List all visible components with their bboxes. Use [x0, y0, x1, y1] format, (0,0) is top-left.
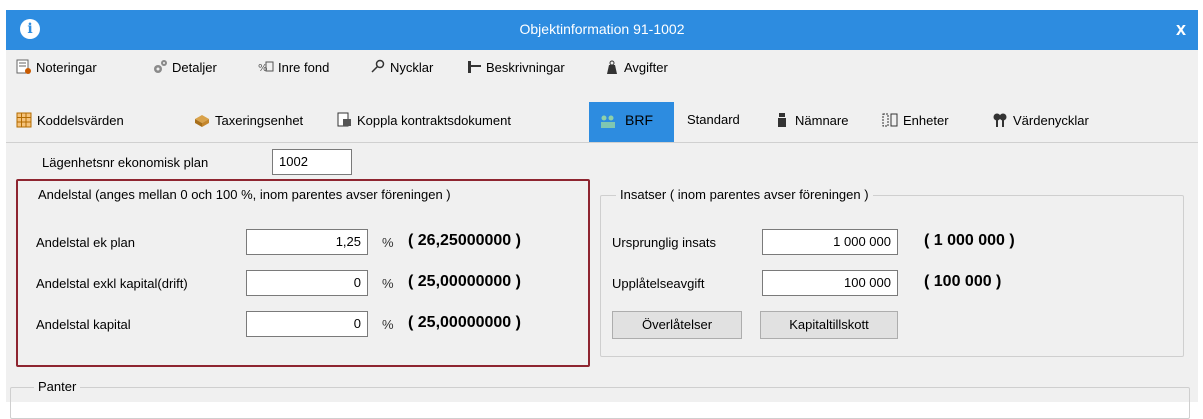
- andelstal-kapital-input[interactable]: 0: [246, 311, 368, 337]
- tab-label: Värdenycklar: [1013, 112, 1089, 128]
- andelstal-kapital-association: ( 25,00000000 ): [408, 314, 521, 331]
- ursprunglig-insats-input[interactable]: 1 000 000: [762, 229, 898, 255]
- tab-vardenycklar[interactable]: Värdenycklar: [992, 112, 1089, 128]
- toolbar-item-label: Noteringar: [36, 59, 97, 75]
- ursprunglig-insats-association: ( 1 000 000 ): [924, 232, 1015, 249]
- overlatelser-button[interactable]: Överlåtelser: [612, 311, 742, 339]
- tab-label: Standard: [687, 112, 740, 127]
- insatser-legend: Insatser ( inom parentes avser föreninge…: [616, 187, 873, 202]
- window-body: Noteringar Detaljer % Inre fond Nycklar …: [6, 50, 1198, 419]
- toolbar-item-avgifter[interactable]: Avgifter: [604, 59, 668, 75]
- description-icon: [468, 61, 481, 73]
- toolbar-item-label: Inre fond: [278, 59, 330, 75]
- tab-label: Koppla kontraktsdokument: [357, 112, 511, 128]
- upplatelseavgift-association: ( 100 000 ): [924, 273, 1002, 290]
- weight-icon: [607, 60, 617, 74]
- tab-koddelsvarden[interactable]: Koddelsvärden: [16, 112, 124, 128]
- tab-label: Koddelsvärden: [37, 112, 124, 128]
- toolbar-item-inre-fond[interactable]: % Inre fond: [258, 59, 329, 75]
- units-icon: [882, 113, 898, 127]
- andelstal-drift-association: ( 25,00000000 ): [408, 273, 521, 290]
- value-keys-icon: [993, 113, 1007, 127]
- brf-panel: Lägenhetsnr ekonomisk plan 1002 Andelsta…: [6, 142, 1198, 419]
- tab-label: Nämnare: [795, 112, 849, 128]
- toolbar-primary: Noteringar Detaljer % Inre fond Nycklar …: [6, 50, 1198, 84]
- tax-unit-icon: [195, 115, 209, 127]
- percent-unit: %: [382, 276, 394, 291]
- tab-label: Taxeringsenhet: [215, 112, 304, 128]
- percent-unit: %: [382, 235, 394, 250]
- ursprunglig-insats-label: Ursprunglig insats: [612, 235, 717, 250]
- andelstal-kapital-label: Andelstal kapital: [36, 317, 131, 332]
- denominator-icon: [778, 113, 786, 127]
- upplatelseavgift-label: Upplåtelseavgift: [612, 276, 705, 291]
- toolbar-item-label: Avgifter: [624, 59, 668, 75]
- tab-brf[interactable]: BRF: [589, 102, 674, 142]
- panter-group: [10, 387, 1190, 419]
- toolbar-item-label: Nycklar: [390, 59, 434, 75]
- apartment-number-input[interactable]: 1002: [272, 149, 352, 175]
- tab-namnare[interactable]: Nämnare: [774, 112, 848, 128]
- tab-enheter[interactable]: Enheter: [882, 112, 949, 128]
- notes-icon: [16, 59, 31, 74]
- apartment-number-label: Lägenhetsnr ekonomisk plan: [42, 155, 209, 170]
- panter-legend: Panter: [34, 379, 81, 394]
- toolbar-item-label: Beskrivningar: [486, 59, 565, 75]
- close-icon[interactable]: x: [1176, 19, 1186, 40]
- tab-label: Enheter: [903, 112, 949, 128]
- andelstal-ek-plan-association: ( 26,25000000 ): [408, 232, 521, 249]
- toolbar-item-nycklar[interactable]: Nycklar: [370, 59, 433, 75]
- brf-icon: [601, 115, 615, 128]
- kapitaltillskott-button[interactable]: Kapitaltillskott: [760, 311, 898, 339]
- link-document-icon: [337, 112, 351, 127]
- andelstal-legend: Andelstal (anges mellan 0 och 100 %, ino…: [34, 187, 455, 202]
- percent-unit: %: [382, 317, 394, 332]
- toolbar-item-label: Detaljer: [172, 59, 217, 75]
- tab-label: BRF: [625, 112, 653, 128]
- toolbar-item-detaljer[interactable]: Detaljer: [152, 59, 217, 75]
- andelstal-drift-label: Andelstal exkl kapital(drift): [36, 276, 188, 291]
- code-values-icon: [16, 112, 32, 128]
- andelstal-ek-plan-label: Andelstal ek plan: [36, 235, 136, 250]
- window-titlebar: i Objektinformation 91-1002 x: [6, 10, 1198, 50]
- andelstal-ek-plan-input[interactable]: 1,25: [246, 229, 368, 255]
- key-icon: [371, 59, 385, 73]
- toolbar-item-beskrivningar[interactable]: Beskrivningar: [466, 59, 565, 75]
- tab-taxeringsenhet[interactable]: Taxeringsenhet: [194, 112, 303, 128]
- tab-koppla-kontraktsdokument[interactable]: Koppla kontraktsdokument: [336, 112, 511, 128]
- upplatelseavgift-input[interactable]: 100 000: [762, 270, 898, 296]
- andelstal-drift-input[interactable]: 0: [246, 270, 368, 296]
- tab-standard[interactable]: Standard: [687, 112, 740, 127]
- gears-icon: [154, 60, 167, 73]
- fund-icon: %: [258, 61, 274, 74]
- window-title: Objektinformation 91-1002: [519, 21, 685, 37]
- toolbar-item-noteringar[interactable]: Noteringar: [16, 59, 97, 75]
